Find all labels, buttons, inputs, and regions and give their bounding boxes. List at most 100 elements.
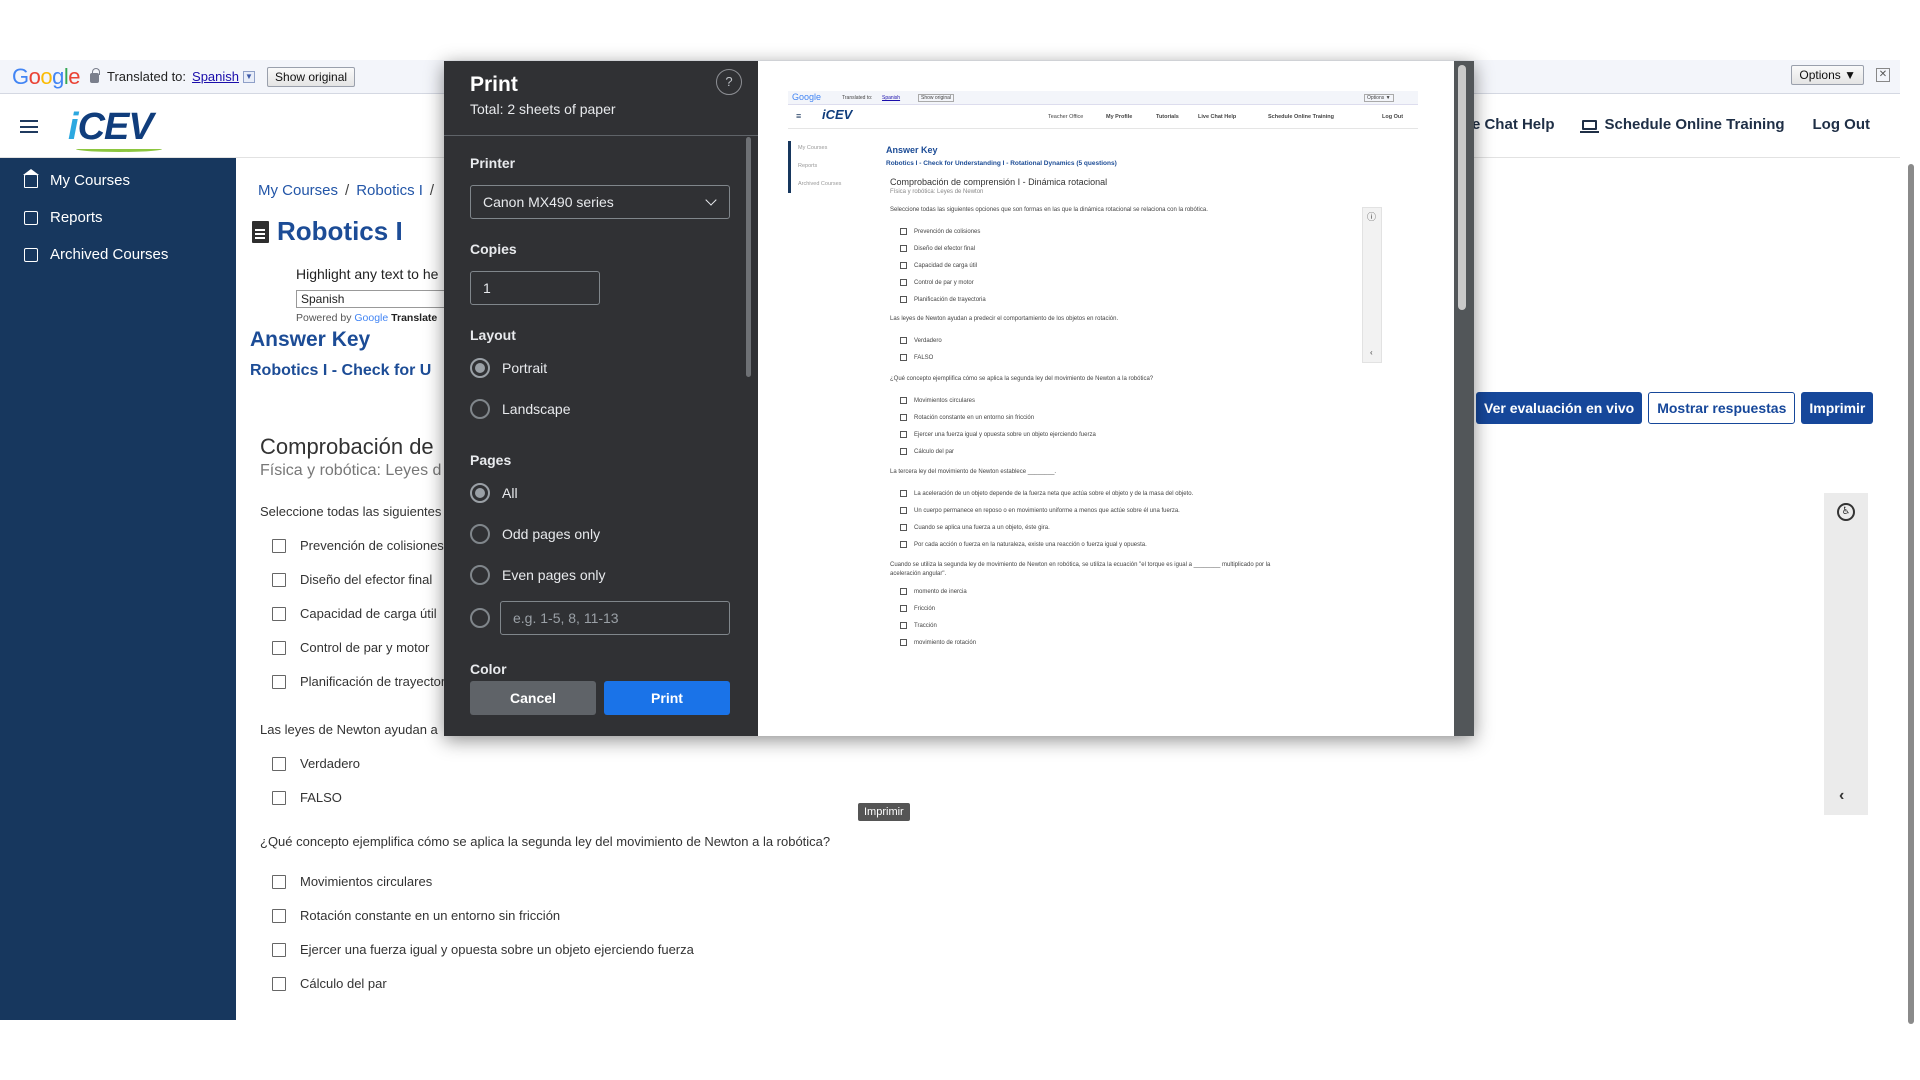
checkbox[interactable] [272, 675, 286, 689]
checkbox[interactable] [272, 791, 286, 805]
checkbox[interactable] [272, 977, 286, 991]
q1-option[interactable]: Diseño del efector final [272, 572, 432, 587]
lock-icon [90, 73, 99, 83]
sidebar-item-reports[interactable]: Reports [0, 199, 236, 236]
chart-icon [24, 211, 38, 225]
preview-scrollbar[interactable] [1458, 65, 1466, 310]
hamburger-menu-icon[interactable] [20, 120, 38, 133]
checkbox[interactable] [272, 607, 286, 621]
log-out-link[interactable]: Log Out [1813, 116, 1870, 133]
preview-sidebar-bar [788, 141, 791, 193]
print-dialog-title: Print [470, 73, 518, 97]
answer-key-heading: Answer Key [250, 328, 370, 352]
layout-landscape-radio[interactable]: Landscape [470, 399, 571, 419]
google-logo: Google [12, 64, 80, 90]
show-answers-button[interactable]: Mostrar respuestas [1648, 392, 1795, 424]
q2-option[interactable]: Verdadero [272, 756, 360, 771]
q3-option[interactable]: Ejercer una fuerza igual y opuesta sobre… [272, 942, 694, 957]
document-icon [252, 221, 269, 243]
copies-label: Copies [470, 241, 517, 257]
checkbox[interactable] [272, 943, 286, 957]
show-original-button[interactable]: Show original [267, 67, 355, 87]
icev-logo[interactable]: iCEV [68, 106, 153, 149]
sidebar-item-my-courses[interactable]: My Courses [0, 162, 236, 199]
q1-option[interactable]: Control de par y motor [272, 640, 429, 655]
checkbox[interactable] [272, 875, 286, 889]
page-title: Robotics I [252, 216, 403, 247]
sidebar: My Courses Reports Archived Courses [0, 158, 236, 1020]
print-dialog: Print Total: 2 sheets of paper ? Printer… [444, 61, 1474, 736]
layout-label: Layout [470, 327, 516, 343]
chevron-left-icon[interactable]: ‹ [1839, 787, 1844, 805]
breadcrumb: My Courses/Robotics I/ [258, 182, 441, 199]
divider [444, 135, 758, 136]
translate-language-link[interactable]: Spanish [192, 69, 239, 84]
pages-odd-radio[interactable]: Odd pages only [470, 524, 600, 544]
radio[interactable] [470, 565, 490, 585]
checkbox[interactable] [272, 909, 286, 923]
radio[interactable] [470, 399, 490, 419]
translated-to-label: Translated to: [107, 69, 186, 84]
pages-custom-radio[interactable] [470, 608, 502, 628]
logo-swoosh [76, 146, 162, 152]
question-1: Seleccione todas las siguientes [260, 504, 441, 519]
preview-header: ≡ iCEV Teacher Office My Profile Tutoria… [788, 105, 1418, 129]
language-select[interactable]: Spanish [296, 290, 456, 308]
chevron-down-icon [705, 194, 716, 205]
pages-all-radio[interactable]: All [470, 483, 518, 503]
radio[interactable] [470, 524, 490, 544]
print-tooltip: Imprimir [858, 803, 910, 821]
copies-input[interactable]: 1 [470, 271, 600, 305]
question-3: ¿Qué concepto ejemplifica cómo se aplica… [260, 834, 830, 849]
checkbox[interactable] [272, 539, 286, 553]
pages-label: Pages [470, 452, 511, 468]
translate-options-button[interactable]: Options ▼ [1791, 65, 1864, 85]
accessibility-icon[interactable]: ♿ [1837, 503, 1855, 521]
sidebar-item-archived-courses[interactable]: Archived Courses [0, 236, 236, 273]
q3-option[interactable]: Rotación constante en un entorno sin fri… [272, 908, 560, 923]
question-2: Las leyes de Newton ayudan a [260, 722, 438, 737]
printer-label: Printer [470, 155, 515, 171]
q1-option[interactable]: Planificación de trayector [272, 674, 445, 689]
radio[interactable] [470, 608, 490, 628]
q1-option[interactable]: Capacidad de carga útil [272, 606, 437, 621]
radio-selected[interactable] [470, 358, 490, 378]
layout-portrait-radio[interactable]: Portrait [470, 358, 547, 378]
live-assessment-button[interactable]: Ver evaluación en vivo [1476, 392, 1642, 424]
scrollbar-thumb[interactable] [1908, 164, 1914, 1024]
page-scrollbar[interactable] [1900, 60, 1920, 1020]
course-subheading: Robotics I - Check for U [250, 362, 431, 380]
print-submit-button[interactable]: Print [604, 681, 730, 715]
q3-option[interactable]: Cálculo del par [272, 976, 387, 991]
breadcrumb-robotics[interactable]: Robotics I [356, 182, 423, 199]
checkbox[interactable] [272, 641, 286, 655]
printer-select[interactable]: Canon MX490 series [470, 185, 730, 219]
radio-selected[interactable] [470, 483, 490, 503]
q2-option[interactable]: FALSO [272, 790, 342, 805]
preview-side-panel: ⓘ ‹ [1362, 207, 1382, 363]
cancel-button[interactable]: Cancel [470, 681, 596, 715]
color-label: Color [470, 661, 507, 677]
preview-page[interactable]: Google Translated to: Spanish Show origi… [758, 61, 1454, 736]
help-icon[interactable]: ? [716, 69, 742, 95]
q3-option[interactable]: Movimientos circulares [272, 874, 432, 889]
home-icon [24, 174, 38, 188]
pages-even-radio[interactable]: Even pages only [470, 565, 606, 585]
monitor-icon [1582, 120, 1597, 130]
quiz-subtitle: Física y robótica: Leyes d [260, 462, 441, 480]
close-icon[interactable]: ✕ [1876, 68, 1890, 82]
breadcrumb-my-courses[interactable]: My Courses [258, 182, 338, 199]
q1-option[interactable]: Prevención de colisiones [272, 538, 444, 553]
side-panel: ♿ ‹ [1824, 493, 1868, 815]
schedule-training-link[interactable]: Schedule Online Training [1582, 116, 1784, 133]
print-preview: Google Translated to: Spanish Show origi… [758, 61, 1474, 736]
quiz-title: Comprobación de [260, 434, 434, 460]
custom-pages-input[interactable]: e.g. 1-5, 8, 11-13 [500, 601, 730, 635]
checkbox[interactable] [272, 757, 286, 771]
settings-scrollbar[interactable] [746, 137, 751, 377]
language-dropdown-icon[interactable]: ▼ [243, 71, 255, 83]
checkbox[interactable] [272, 573, 286, 587]
print-button[interactable]: Imprimir [1801, 392, 1873, 424]
print-dialog-footer: Cancel Print [444, 681, 758, 736]
header-nav: Live Chat Help Schedule Online Training … [1429, 116, 1870, 133]
